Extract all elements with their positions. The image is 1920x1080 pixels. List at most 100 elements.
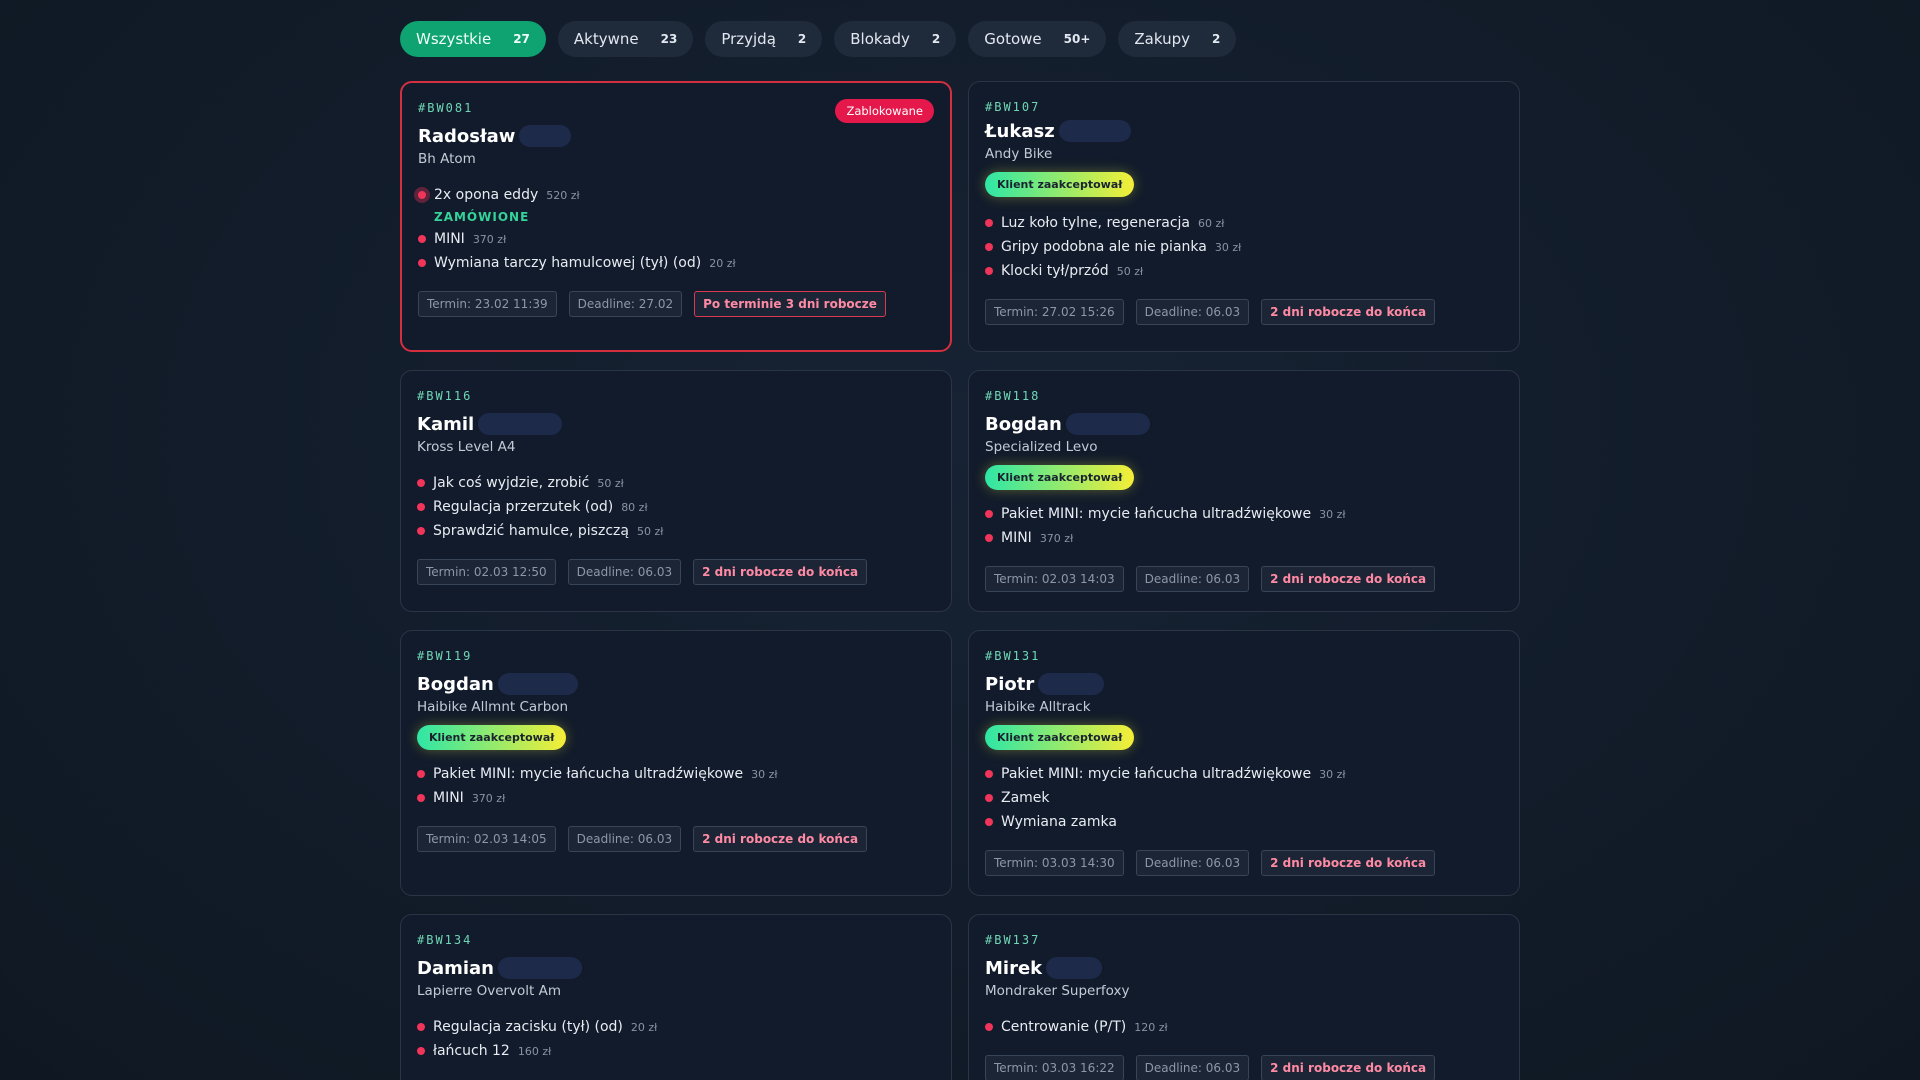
service-list: 2x opona eddy 520 zł ZAMÓWIONE MINI 370 …	[418, 183, 934, 275]
tab-count: 50+	[1063, 32, 1091, 46]
remaining-days-chip: 2 dni robocze do końca	[1261, 850, 1436, 876]
order-card[interactable]: #BW081 Zablokowane Radosław Bh Atom 2x o…	[400, 81, 952, 352]
tab-label: Wszystkie	[416, 30, 492, 48]
bike-model: Bh Atom	[418, 151, 476, 167]
bike-model: Lapierre Overvolt Am	[417, 983, 562, 999]
service-item: Regulacja przerzutek (od) 80 zł	[417, 495, 935, 519]
tab-count: 2	[797, 32, 807, 46]
card-footer: Termin: 27.02 15:26 Deadline: 06.03 2 dn…	[985, 299, 1503, 325]
order-code: #BW131	[985, 649, 1041, 663]
service-label: MINI	[1001, 530, 1032, 546]
deadline-chip: Deadline: 06.03	[1135, 1055, 1250, 1080]
tab-count: 27	[513, 32, 530, 46]
order-card[interactable]: #BW131 Piotr Haibike Alltrack Klient zaa…	[968, 630, 1520, 896]
service-item: 2x opona eddy 520 zł	[418, 183, 934, 207]
service-label: Pakiet MINI: mycie łańcucha ultradźwięko…	[1001, 766, 1312, 782]
remaining-days-chip: 2 dni robocze do końca	[1261, 566, 1436, 592]
status-dot-icon	[417, 1023, 425, 1031]
redacted-surname	[497, 673, 578, 695]
appointment-chip: Termin: 02.03 14:05	[417, 826, 556, 852]
service-price: 120 zł	[1134, 1020, 1168, 1034]
filter-tabs: Wszystkie 27 Aktywne 23 Przyjdą 2 Blokad…	[400, 21, 1520, 57]
order-card[interactable]: #BW116 Kamil Kross Level A4 Jak coś wyjd…	[400, 370, 952, 612]
service-price: 370 zł	[472, 232, 507, 246]
order-code: #BW119	[417, 649, 473, 663]
customer-row: Piotr	[985, 673, 1503, 695]
service-list: Pakiet MINI: mycie łańcucha ultradźwięko…	[985, 762, 1503, 834]
service-label: 2x opona eddy	[434, 187, 539, 203]
order-code: #BW118	[985, 389, 1041, 403]
service-item: Regulacja zacisku (tył) (od) 20 zł	[417, 1015, 935, 1039]
service-label: Sprawdzić hamulce, piszczą	[433, 523, 629, 539]
appointment-chip: Termin: 03.03 16:22	[985, 1055, 1124, 1080]
redacted-surname	[1038, 673, 1105, 695]
status-dot-icon	[985, 770, 993, 778]
deadline-chip: Deadline: 27.02	[568, 291, 683, 317]
deadline-chip: Deadline: 06.03	[1135, 566, 1250, 592]
service-price: 30 zł	[1319, 507, 1346, 521]
service-list: Jak coś wyjdzie, zrobić 50 zł Regulacja …	[417, 471, 935, 543]
order-card[interactable]: #BW134 Damian Lapierre Overvolt Am Regul…	[400, 914, 952, 1080]
customer-row: Radosław	[418, 125, 934, 147]
service-label: Pakiet MINI: mycie łańcucha ultradźwięko…	[1001, 506, 1312, 522]
service-item: Luz koło tylne, regeneracja 60 zł	[985, 211, 1503, 235]
status-dot-icon	[417, 503, 425, 511]
service-item: Wymiana zamka	[985, 810, 1503, 834]
status-dot-icon	[417, 794, 425, 802]
deadline-chip: Deadline: 06.03	[567, 826, 682, 852]
bike-model: Andy Bike	[985, 146, 1053, 162]
order-card[interactable]: #BW137 Mirek Mondraker Superfoxy Centrow…	[968, 914, 1520, 1080]
ordered-status: ZAMÓWIONE	[434, 210, 530, 224]
customer-name: Mirek	[985, 957, 1043, 979]
service-item: MINI 370 zł	[418, 227, 934, 251]
service-list: Luz koło tylne, regeneracja 60 zł Gripy …	[985, 211, 1503, 283]
tab-blocked[interactable]: Blokady 2	[834, 21, 957, 57]
service-label: Jak coś wyjdzie, zrobić	[433, 475, 590, 491]
customer-row: Mirek	[985, 957, 1503, 979]
card-footer: Termin: 23.02 11:39 Deadline: 27.02 Po t…	[418, 291, 934, 317]
service-item: Pakiet MINI: mycie łańcucha ultradźwięko…	[985, 502, 1503, 526]
status-dot-icon	[417, 479, 425, 487]
customer-row: Łukasz	[985, 120, 1503, 142]
customer-row: Bogdan	[417, 673, 935, 695]
card-footer: Termin: 03.03 14:30 Deadline: 06.03 2 dn…	[985, 850, 1503, 876]
deadline-chip: Deadline: 06.03	[1135, 850, 1250, 876]
remaining-days-chip: 2 dni robocze do końca	[693, 826, 868, 852]
deadline-chip: Deadline: 06.03	[567, 559, 682, 585]
status-dot-icon	[417, 770, 425, 778]
main-container: Wszystkie 27 Aktywne 23 Przyjdą 2 Blokad…	[400, 21, 1520, 1080]
order-card[interactable]: #BW118 Bogdan Specialized Levo Klient za…	[968, 370, 1520, 612]
service-price: 370 zł	[1039, 531, 1074, 545]
status-dot-icon	[985, 534, 993, 542]
service-label: łańcuch 12	[433, 1043, 510, 1059]
service-item: łańcuch 12 160 zł	[417, 1039, 935, 1063]
tab-ready[interactable]: Gotowe 50+	[968, 21, 1107, 57]
tab-label: Aktywne	[573, 30, 639, 48]
status-dot-icon	[417, 527, 425, 535]
service-price: 520 zł	[546, 188, 580, 202]
card-footer: Termin: 02.03 14:03 Deadline: 06.03 2 dn…	[985, 566, 1503, 592]
appointment-chip: Termin: 23.02 11:39	[418, 291, 557, 317]
service-label: Wymiana tarczy hamulcowej (tył) (od)	[434, 255, 702, 271]
customer-name: Radosław	[418, 125, 516, 147]
service-item: Wymiana tarczy hamulcowej (tył) (od) 20 …	[418, 251, 934, 275]
tab-active[interactable]: Aktywne 23	[557, 21, 694, 57]
tab-incoming[interactable]: Przyjdą 2	[705, 21, 823, 57]
status-dot-icon	[418, 191, 426, 199]
customer-name: Piotr	[985, 673, 1035, 695]
status-dot-icon	[418, 235, 426, 243]
redacted-surname	[1058, 120, 1131, 142]
order-card[interactable]: #BW107 Łukasz Andy Bike Klient zaakcepto…	[968, 81, 1520, 352]
order-code: #BW107	[985, 100, 1041, 114]
order-card[interactable]: #BW119 Bogdan Haibike Allmnt Carbon Klie…	[400, 630, 952, 896]
redacted-surname	[1046, 957, 1103, 979]
service-price: 30 zł	[1319, 767, 1346, 781]
tab-purchases[interactable]: Zakupy 2	[1118, 21, 1237, 57]
remaining-days-chip: 2 dni robocze do końca	[693, 559, 868, 585]
appointment-chip: Termin: 02.03 12:50	[417, 559, 556, 585]
service-item: Gripy podobna ale nie pianka 30 zł	[985, 235, 1503, 259]
redacted-surname	[497, 957, 582, 979]
bike-model: Specialized Levo	[985, 439, 1098, 455]
tab-all[interactable]: Wszystkie 27	[400, 21, 546, 57]
service-label: Luz koło tylne, regeneracja	[1001, 215, 1190, 231]
